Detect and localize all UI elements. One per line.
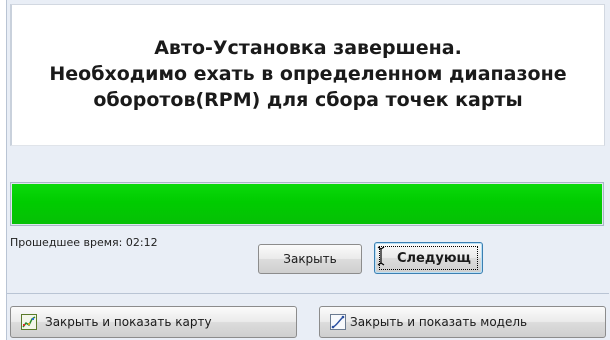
map-chart-icon <box>21 314 37 330</box>
footer-divider <box>6 293 609 294</box>
dialog-window: Авто-Установка завершена. Необходимо еха… <box>0 0 610 340</box>
close-show-map-label: Закрыть и показать карту <box>45 315 212 329</box>
close-button-label: Закрыть <box>283 252 337 266</box>
progress-fill <box>12 184 602 224</box>
message-line-3: оборотов(RPM) для сбора точек карты <box>93 89 523 111</box>
message-line-1: Авто-Установка завершена. <box>154 37 462 59</box>
text-cursor-icon <box>377 246 385 266</box>
focus-ring <box>379 246 478 270</box>
next-button[interactable]: Следующ <box>374 242 483 274</box>
close-show-model-label: Закрыть и показать модель <box>350 315 528 329</box>
message-box: Авто-Установка завершена. Необходимо еха… <box>10 4 605 146</box>
model-curve-icon <box>330 314 346 330</box>
close-button[interactable]: Закрыть <box>258 244 362 274</box>
message-line-2: Необходимо ехать в определенном диапазон… <box>49 63 567 85</box>
close-show-model-button[interactable]: Закрыть и показать модель <box>319 306 606 338</box>
progress-bar <box>10 182 604 226</box>
completion-message: Авто-Установка завершена. Необходимо еха… <box>28 35 588 113</box>
close-show-map-button[interactable]: Закрыть и показать карту <box>10 306 297 338</box>
elapsed-time-label: Прошедшее время: 02:12 <box>10 236 158 249</box>
